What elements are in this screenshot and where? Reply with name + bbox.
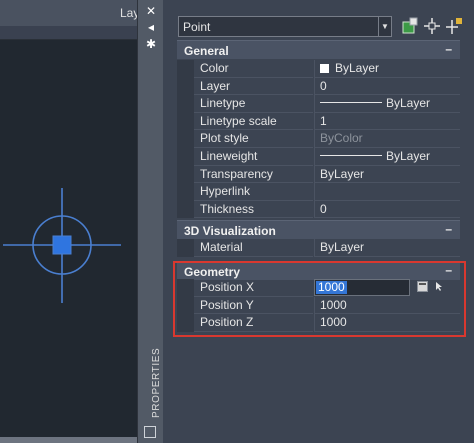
properties-panel: Point ▼ General – Color ByLayer Layer 0 … — [163, 0, 474, 443]
property-name: Plot style — [194, 130, 313, 148]
property-row-color[interactable]: Color ByLayer — [177, 60, 460, 78]
section-title: General — [184, 44, 229, 58]
color-swatch-icon — [320, 64, 329, 73]
property-row-thickness[interactable]: Thickness 0 — [177, 200, 460, 219]
property-row-linetype-scale[interactable]: Linetype scale 1 — [177, 112, 460, 131]
property-value[interactable]: 0 — [314, 77, 460, 96]
property-name: Lineweight — [194, 148, 313, 166]
property-value: ByColor — [314, 130, 460, 148]
property-row-plot-style[interactable]: Plot style ByColor — [177, 130, 460, 148]
property-row-hyperlink[interactable]: Hyperlink — [177, 183, 460, 201]
lineweight-preview-icon — [320, 155, 382, 156]
pin-icon[interactable] — [144, 426, 156, 438]
property-row-material[interactable]: Material ByLayer — [177, 239, 460, 257]
property-value[interactable]: 1 — [314, 112, 460, 131]
property-row-layer[interactable]: Layer 0 — [177, 77, 460, 96]
property-name: Layer — [194, 78, 313, 96]
property-row-linetype[interactable]: Linetype ByLayer — [177, 95, 460, 113]
property-name: Color — [194, 60, 313, 78]
object-type-value: Point — [183, 20, 211, 34]
chevron-down-icon[interactable]: ▼ — [378, 17, 391, 36]
property-row-lineweight[interactable]: Lineweight ByLayer — [177, 148, 460, 166]
toggle-pickadd-icon[interactable] — [445, 17, 463, 35]
section-general-header[interactable]: General – — [177, 40, 460, 59]
palette-titlebar[interactable]: ✕ ◂ ✱ PROPERTIES — [137, 0, 163, 443]
collapse-icon[interactable]: – — [445, 42, 452, 56]
point-marker[interactable] — [0, 0, 137, 443]
property-name: Transparency — [194, 166, 313, 184]
property-value[interactable]: ByLayer — [314, 165, 460, 184]
quick-select-icon[interactable] — [401, 17, 419, 35]
property-value[interactable]: 0 — [314, 200, 460, 219]
property-name: Material — [194, 239, 313, 257]
property-name: Linetype scale — [194, 113, 313, 131]
collapse-icon[interactable]: – — [445, 222, 452, 236]
property-value[interactable]: ByLayer — [314, 95, 460, 113]
property-name: Linetype — [194, 95, 313, 113]
linetype-preview-icon — [320, 102, 382, 104]
status-strip — [0, 437, 137, 443]
property-name: Thickness — [194, 201, 313, 219]
palette-title: PROPERTIES — [151, 347, 162, 418]
select-objects-icon[interactable] — [423, 17, 441, 35]
autohide-icon[interactable]: ◂ — [144, 20, 158, 34]
property-value[interactable]: ByLayer — [314, 148, 460, 166]
section-3d-visualization-header[interactable]: 3D Visualization – — [177, 220, 460, 239]
close-icon[interactable]: ✕ — [144, 4, 158, 18]
settings-icon[interactable]: ✱ — [144, 37, 158, 51]
property-row-transparency[interactable]: Transparency ByLayer — [177, 165, 460, 184]
section-title: 3D Visualization — [184, 224, 276, 238]
object-type-dropdown[interactable]: Point ▼ — [178, 16, 392, 37]
geometry-highlight-box — [173, 261, 466, 337]
property-value[interactable]: ByLayer — [314, 60, 460, 78]
drawing-canvas[interactable]: Laye — [0, 0, 137, 443]
property-value[interactable] — [314, 183, 460, 201]
property-name: Hyperlink — [194, 183, 313, 201]
property-value[interactable]: ByLayer — [314, 239, 460, 257]
